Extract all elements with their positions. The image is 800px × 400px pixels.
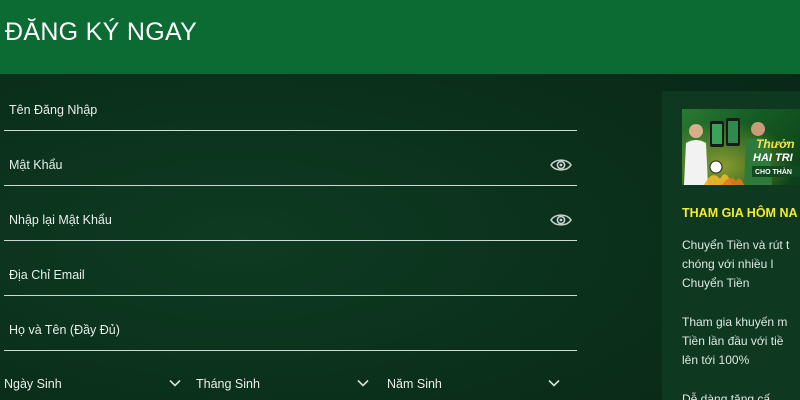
promo-paragraph-2-line-2: Tiền lần đầu với tiề — [682, 334, 784, 348]
chevron-down-icon — [169, 379, 181, 387]
birth-day-select[interactable]: Ngày Sinh — [4, 368, 181, 400]
password-label: Mật Khẩu — [9, 158, 63, 172]
chevron-down-icon — [357, 379, 369, 387]
page-title: ĐĂNG KÝ NGAY — [5, 18, 198, 46]
page-header: ĐĂNG KÝ NGAY — [0, 0, 800, 74]
promo-paragraph-1-line-2: chóng với nhiều l — [682, 257, 774, 271]
promo-banner-image[interactable]: Thưởn HAI TRI CHO THÀN — [682, 109, 800, 185]
confirm-password-label: Nhập lại Mật Khẩu — [9, 213, 112, 227]
birth-month-select[interactable]: Tháng Sinh — [196, 368, 369, 400]
eye-icon[interactable] — [550, 157, 572, 173]
eye-icon[interactable] — [550, 212, 572, 228]
username-label: Tên Đăng Nhập — [9, 103, 98, 117]
promo-banner-text-1: Thưởn — [756, 137, 795, 151]
full-name-field[interactable]: Họ và Tên (Đầy Đủ) — [4, 310, 577, 351]
promo-banner-text-3: CHO THÀN — [755, 167, 792, 176]
promo-paragraph-2-line-3: lên tới 100% — [682, 353, 750, 367]
full-name-label: Họ và Tên (Đầy Đủ) — [9, 323, 120, 337]
chevron-down-icon — [548, 379, 560, 387]
birth-day-label: Ngày Sinh — [4, 377, 62, 391]
promo-panel: Thưởn HAI TRI CHO THÀN THAM GIA HÔM NA C… — [662, 91, 800, 400]
birth-year-select[interactable]: Năm Sinh — [387, 368, 560, 400]
promo-banner-text-2: HAI TRI — [753, 152, 794, 164]
birth-year-label: Năm Sinh — [387, 377, 442, 391]
promo-heading: THAM GIA HÔM NA — [682, 206, 798, 220]
promo-paragraph-3-line-1: Dễ dàng tăng cấ — [682, 392, 771, 400]
promo-paragraph-1-line-1: Chuyển Tiền và rút t — [682, 238, 790, 252]
email-label: Địa Chỉ Email — [9, 268, 85, 282]
promo-banner-artwork: Thưởn HAI TRI CHO THÀN — [682, 109, 800, 185]
promo-paragraph-1-line-3: Chuyển Tiền — [682, 276, 750, 290]
confirm-password-field[interactable]: Nhập lại Mật Khẩu — [4, 200, 577, 241]
username-field[interactable]: Tên Đăng Nhập — [4, 90, 577, 131]
password-field[interactable]: Mật Khẩu — [4, 145, 577, 186]
promo-paragraph-2-line-1: Tham gia khuyến m — [682, 315, 788, 329]
email-field[interactable]: Địa Chỉ Email — [4, 255, 577, 296]
birth-month-label: Tháng Sinh — [196, 377, 260, 391]
